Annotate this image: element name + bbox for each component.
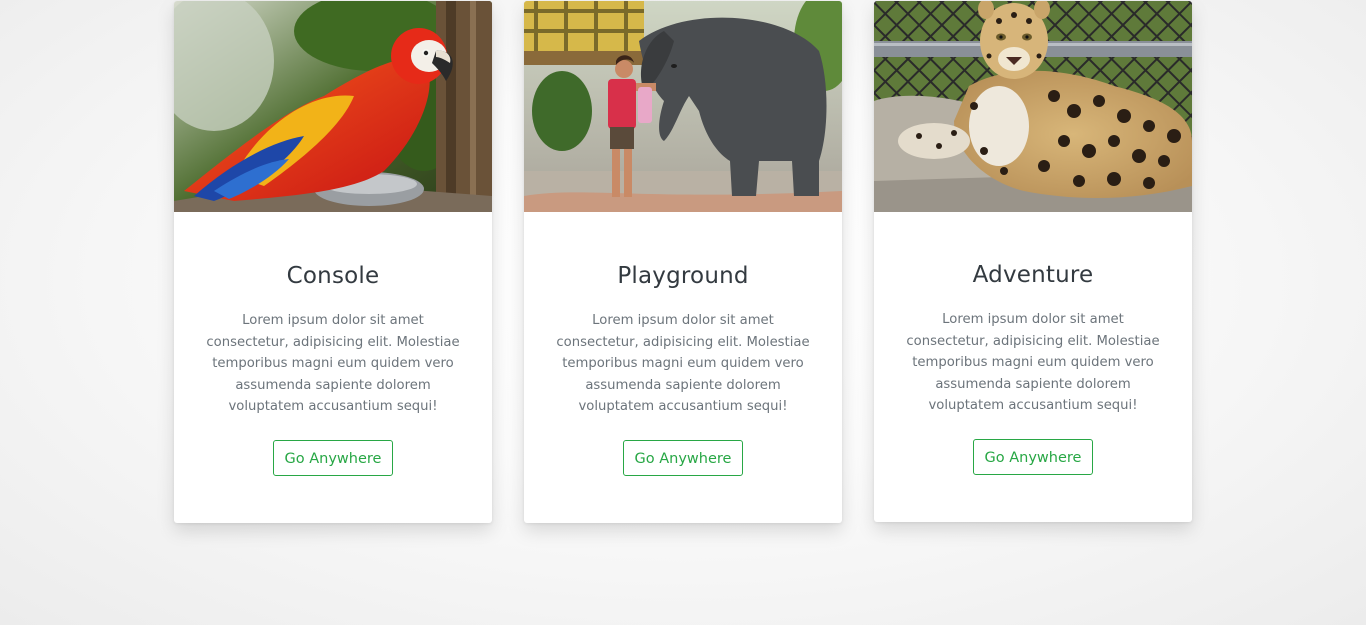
card-body: Console Lorem ipsum dolor sit amet conse…: [174, 261, 492, 476]
card-adventure: Adventure Lorem ipsum dolor sit amet con…: [874, 1, 1192, 522]
card-console: Console Lorem ipsum dolor sit amet conse…: [174, 1, 492, 523]
card-image-elephant: [524, 1, 842, 212]
card-image-macaw: [174, 1, 492, 212]
card-playground: Playground Lorem ipsum dolor sit amet co…: [524, 1, 842, 523]
card-title: Console: [286, 263, 380, 289]
card-title: Playground: [617, 263, 749, 289]
card-text: Lorem ipsum dolor sit amet consectetur, …: [556, 313, 810, 414]
card-image-leopard: [874, 1, 1192, 212]
go-anywhere-button[interactable]: Go Anywhere: [622, 439, 744, 476]
go-anywhere-button[interactable]: Go Anywhere: [972, 438, 1094, 475]
card-text: Lorem ipsum dolor sit amet consectetur, …: [906, 312, 1160, 413]
card-body: Playground Lorem ipsum dolor sit amet co…: [524, 261, 842, 476]
card-text: Lorem ipsum dolor sit amet consectetur, …: [206, 313, 460, 414]
card-body: Adventure Lorem ipsum dolor sit amet con…: [874, 260, 1192, 475]
card-title: Adventure: [972, 262, 1094, 288]
go-anywhere-button[interactable]: Go Anywhere: [272, 439, 394, 476]
